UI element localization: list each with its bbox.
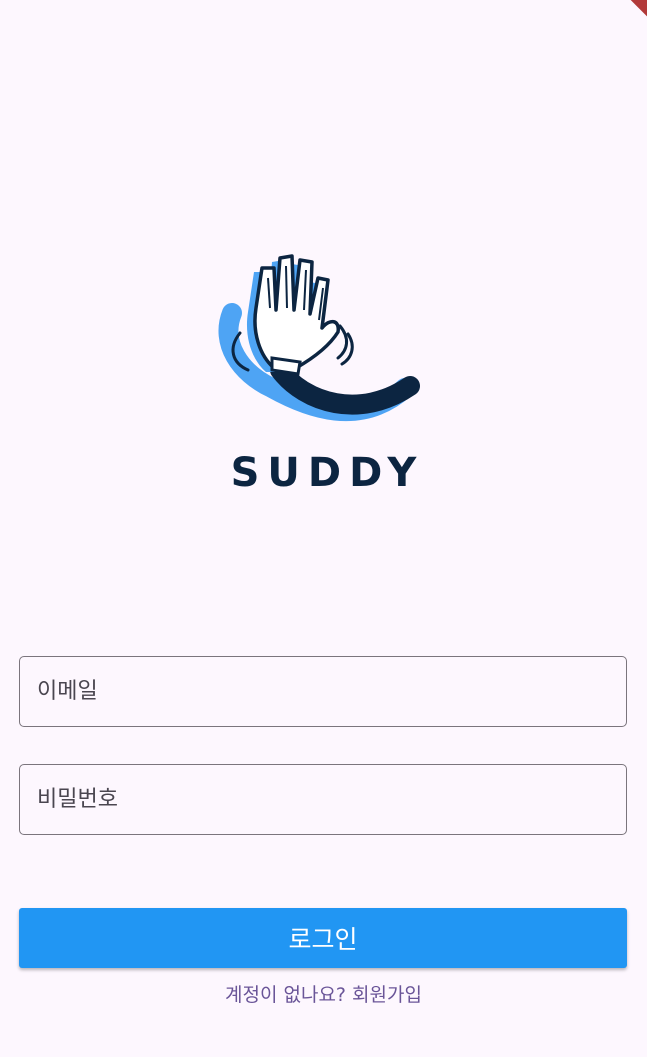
email-field[interactable] <box>19 656 627 727</box>
signup-link[interactable]: 계정이 없나요? 회원가입 <box>0 980 647 1007</box>
password-input[interactable] <box>37 787 609 812</box>
brand-wordmark: SUDDY <box>230 450 425 496</box>
email-input[interactable] <box>37 679 609 704</box>
password-field[interactable] <box>19 764 627 835</box>
debug-banner <box>598 0 647 32</box>
login-button[interactable]: 로그인 <box>19 908 627 968</box>
